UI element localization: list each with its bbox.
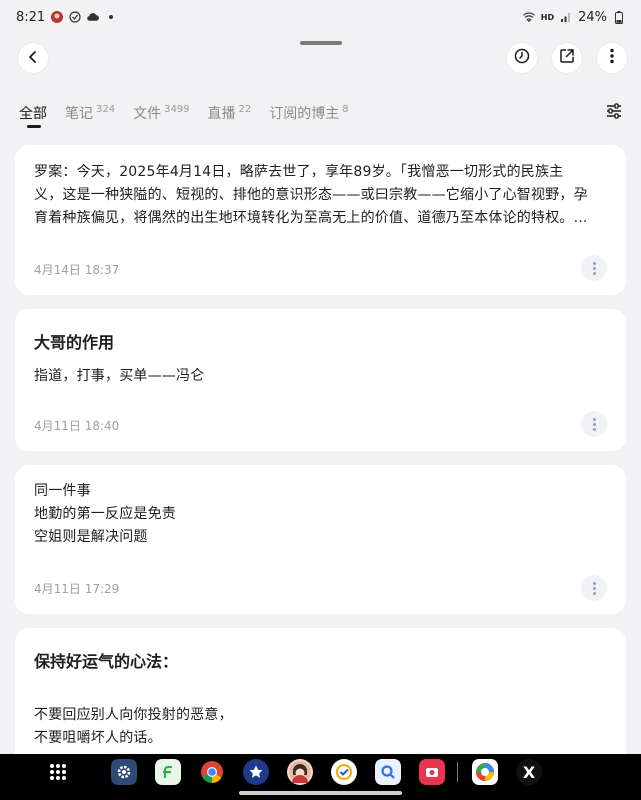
dock-divider <box>457 762 458 782</box>
note-line: 罗案：今天，2025年4月14日，略萨去世了，享年89岁。「我憎恶一切形式的民族… <box>34 164 564 180</box>
star-app-icon[interactable] <box>243 759 269 785</box>
note-line: 育着种族偏见，将偶然的出生地环境转化为至高无上的价值、道德乃至本体论的特权。..… <box>34 210 588 226</box>
signal-icon <box>560 11 572 23</box>
note-menu-button[interactable] <box>581 575 607 601</box>
chrome-icon[interactable] <box>199 759 225 785</box>
more-vertical-icon <box>592 417 596 431</box>
arrow-left-icon <box>26 49 40 68</box>
note-line: 不要咀嚼坏人的话。 <box>34 730 162 746</box>
cloud-icon <box>87 11 100 23</box>
share-icon <box>559 48 575 68</box>
tab-label: 文件 <box>133 106 162 122</box>
note-line: 义，这是一种狭隘的、短视的、排他的意识形态——或曰宗教——它缩小了心智视野，孕 <box>34 187 588 203</box>
tab-label: 笔记 <box>65 106 93 122</box>
note-card[interactable]: 大哥的作用 指道，打事，买单——冯仑 4月11日 18:40 <box>15 309 626 451</box>
more-button[interactable] <box>597 43 627 73</box>
drag-handle[interactable] <box>300 41 342 45</box>
note-card[interactable]: 罗案：今天，2025年4月14日，略萨去世了，享年89岁。「我憎恶一切形式的民族… <box>15 145 626 295</box>
note-line: 地勤的第一反应是免责 <box>34 506 176 522</box>
note-line: 空姐则是解决问题 <box>34 529 148 545</box>
back-button[interactable] <box>18 43 48 73</box>
share-button[interactable] <box>552 43 582 73</box>
note-body: 同一件事 地勤的第一反应是免责 空姐则是解决问题 <box>34 465 607 549</box>
more-vertical-icon <box>592 581 596 595</box>
note-line: 同一件事 <box>34 483 91 499</box>
tab-bar: 全部 笔记 324 文件 3499 直播 22 订阅的博主 8 <box>19 103 349 131</box>
note-date: 4月14日 18:37 <box>34 263 120 277</box>
note-card[interactable]: 保持好运气的心法： 不要回应别人向你投射的恶意， 不要咀嚼坏人的话。 <box>15 628 626 768</box>
tab-all[interactable]: 全部 <box>19 103 47 128</box>
note-menu-button[interactable] <box>581 411 607 437</box>
app-drawer-icon[interactable] <box>50 764 66 780</box>
note-line: 不要回应别人向你投射的恶意， <box>34 707 233 723</box>
status-right: HD 24% <box>522 9 625 25</box>
tab-label: 直播 <box>207 106 236 122</box>
note-title: 大哥的作用 <box>34 333 115 352</box>
x-app-label: X <box>522 762 536 782</box>
clock-icon <box>514 48 530 68</box>
tab-files[interactable]: 文件 3499 <box>133 103 189 123</box>
status-left: 8:21 <box>16 10 117 25</box>
note-body: 罗案：今天，2025年4月14日，略萨去世了，享年89岁。「我憎恶一切形式的民族… <box>34 145 607 230</box>
more-vertical-icon <box>610 48 614 68</box>
dot-icon <box>105 11 117 23</box>
x-icon[interactable]: X <box>516 759 542 785</box>
note-body: 不要回应别人向你投射的恶意， 不要咀嚼坏人的话。 <box>34 672 607 750</box>
note-menu-button[interactable] <box>581 255 607 281</box>
more-vertical-icon <box>592 261 596 275</box>
status-time: 8:21 <box>16 9 46 25</box>
tab-count: 3499 <box>164 104 190 115</box>
tab-active-indicator <box>27 125 41 128</box>
check-circle-icon <box>69 11 81 23</box>
note-date: 4月11日 17:29 <box>34 582 120 596</box>
note-body: 指道，打事，买单——冯仑 <box>34 353 607 388</box>
battery-text: 24% <box>578 9 607 25</box>
note-line: 指道，打事，买单——冯仑 <box>34 368 205 384</box>
wifi-icon <box>522 11 535 23</box>
settings-icon[interactable] <box>111 759 137 785</box>
status-bar: 8:21 HD 24% <box>0 0 641 34</box>
tab-live[interactable]: 直播 22 <box>208 103 252 123</box>
feedly-icon[interactable] <box>155 759 181 785</box>
sliders-icon <box>605 103 623 124</box>
color-app-icon[interactable] <box>472 759 498 785</box>
home-indicator[interactable] <box>239 791 402 795</box>
tasks-icon[interactable] <box>331 759 357 785</box>
tab-label: 全部 <box>19 106 47 122</box>
history-button[interactable] <box>507 43 537 73</box>
note-card[interactable]: 同一件事 地勤的第一反应是免责 空姐则是解决问题 4月11日 17:29 <box>15 465 626 614</box>
tab-count: 22 <box>238 104 252 115</box>
battery-icon <box>613 10 625 24</box>
tab-count: 8 <box>342 104 349 115</box>
note-date: 4月11日 18:40 <box>34 419 120 433</box>
search-app-icon[interactable] <box>375 759 401 785</box>
avatar-icon <box>51 11 64 23</box>
tab-count: 324 <box>96 104 116 115</box>
avatar-app-icon[interactable] <box>287 759 313 785</box>
tab-label: 订阅的博主 <box>269 106 340 122</box>
camera-app-icon[interactable] <box>419 759 445 785</box>
filter-button[interactable] <box>605 102 627 122</box>
tab-notes[interactable]: 笔记 324 <box>65 103 115 123</box>
hd-icon: HD <box>540 12 555 22</box>
tab-subscribed[interactable]: 订阅的博主 8 <box>269 103 348 123</box>
note-title: 保持好运气的心法： <box>34 652 179 671</box>
